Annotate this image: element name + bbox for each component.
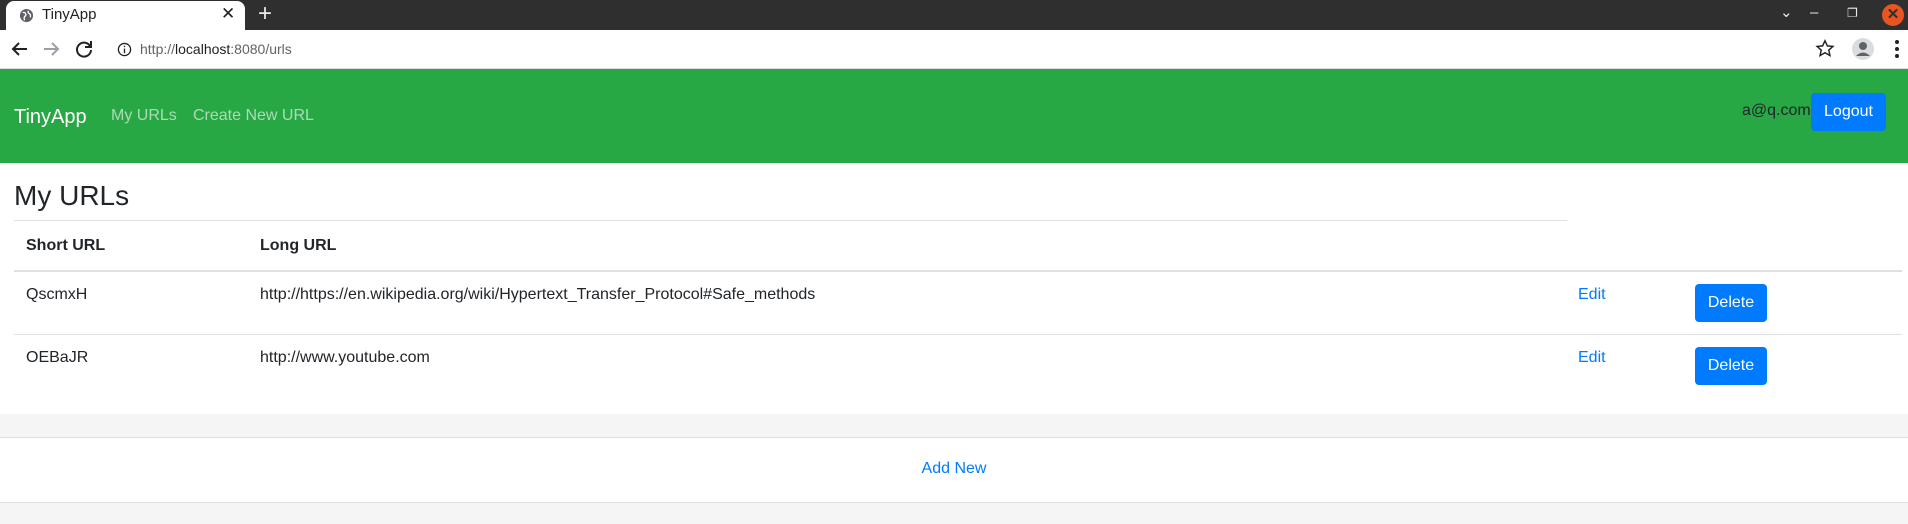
forward-arrow-icon[interactable] [39,37,63,61]
new-tab-icon[interactable]: + [258,1,272,27]
url-text: http://localhost:8080/urls [140,41,292,57]
address-bar[interactable]: http://localhost:8080/urls [107,34,1825,64]
short-url-cell: OEBaJR [26,349,89,366]
column-header-short-url: Short URL [26,237,106,254]
user-email: a@q.com [1742,102,1811,119]
browser-tabstrip: TinyApp ✕ + ⌄ – ❐ ✕ [0,0,1908,30]
add-new-link[interactable]: Add New [0,460,1908,478]
url-scheme: http:// [140,41,176,57]
kebab-menu-icon[interactable] [1889,38,1905,60]
delete-button[interactable]: Delete [1695,347,1767,385]
tab-title: TinyApp [42,6,97,23]
long-url-cell: http://www.youtube.com [260,349,430,366]
table-row: OEBaJR http://www.youtube.com Edit Delet… [14,335,1902,398]
minimize-icon[interactable]: – [1810,3,1818,23]
browser-tab[interactable]: TinyApp ✕ [6,1,245,30]
table-row: QscmxH http://https://en.wikipedia.org/w… [14,272,1902,335]
edit-link[interactable]: Edit [1578,286,1606,304]
profile-avatar-icon[interactable] [1851,37,1875,61]
tab-search-chevron-icon[interactable]: ⌄ [1780,3,1793,23]
footer-card: Add New [0,437,1908,503]
navbar-brand[interactable]: TinyApp [14,106,87,129]
reload-icon[interactable] [72,37,96,61]
logout-button[interactable]: Logout [1811,93,1886,131]
window-close-icon[interactable]: ✕ [1882,4,1904,26]
edit-link[interactable]: Edit [1578,349,1606,367]
page-title: My URLs [14,180,130,211]
long-url-cell: http://https://en.wikipedia.org/wiki/Hyp… [260,286,816,303]
bookmark-star-icon[interactable] [1814,38,1836,60]
back-arrow-icon[interactable] [8,37,32,61]
heading-divider [14,220,1567,221]
browser-toolbar: http://localhost:8080/urls [0,30,1908,69]
short-url-cell: QscmxH [26,286,88,303]
urls-content: My URLs Short URL Long URL QscmxH http:/… [0,163,1908,414]
url-path: :8080/urls [230,41,292,57]
globe-icon [19,8,34,23]
column-header-long-url: Long URL [260,237,337,254]
info-icon[interactable] [117,42,132,57]
nav-link-my-urls[interactable]: My URLs [111,107,177,125]
tab-close-icon[interactable]: ✕ [221,4,235,24]
restore-icon[interactable]: ❐ [1847,3,1858,23]
navbar: TinyApp My URLs Create New URL a@q.com L… [0,69,1908,163]
url-host: localhost [175,41,231,57]
nav-link-create-new-url[interactable]: Create New URL [193,107,314,125]
delete-button[interactable]: Delete [1695,284,1767,322]
page-viewport: TinyApp My URLs Create New URL a@q.com L… [0,69,1908,524]
